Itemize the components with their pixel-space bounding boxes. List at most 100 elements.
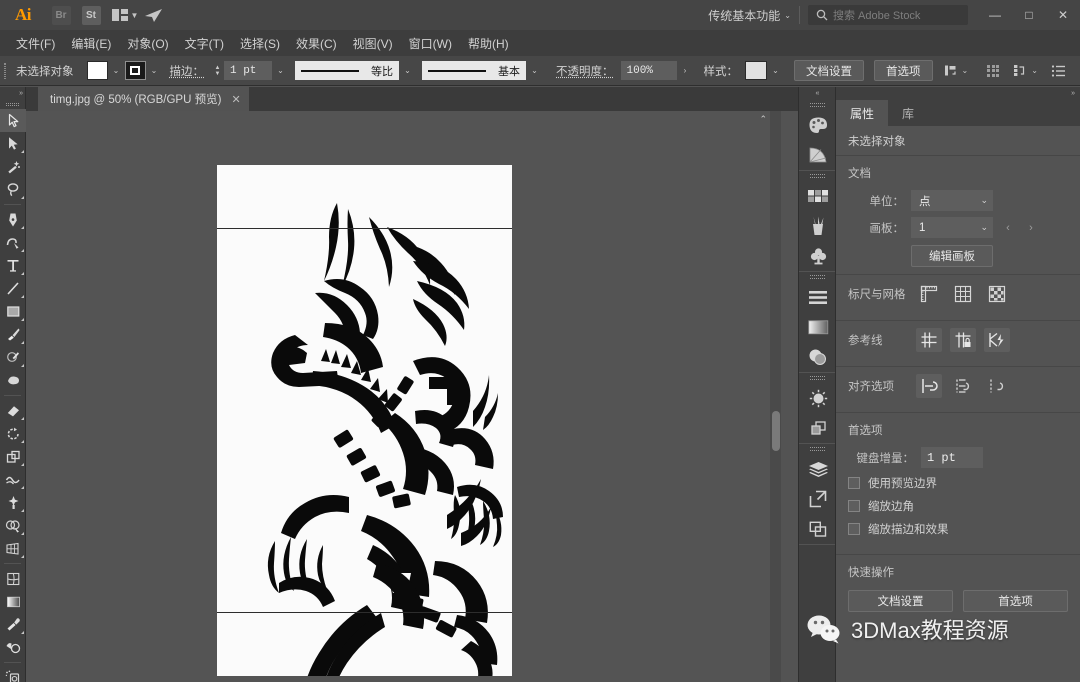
show-rulers-icon[interactable]	[916, 282, 942, 306]
align-panel-icon[interactable]	[799, 282, 837, 312]
use-preview-bounds-row[interactable]: 使用预览边界	[836, 471, 1080, 494]
variable-width-profile-select[interactable]: 等比	[295, 61, 399, 80]
pen-tool[interactable]	[0, 208, 26, 231]
color-panel-icon[interactable]	[799, 110, 837, 140]
opacity-label[interactable]: 不透明度：	[549, 63, 621, 79]
next-artboard-button[interactable]: ›	[1023, 222, 1039, 234]
menu-select[interactable]: 选择(S)	[232, 32, 288, 55]
snap-to-point-icon[interactable]	[916, 374, 942, 398]
fill-chevron-down-icon[interactable]: ⌄	[108, 61, 125, 80]
stroke-weight-field[interactable]: 1 pt	[224, 61, 272, 80]
brush-chevron-down-icon[interactable]: ⌄	[526, 61, 543, 80]
stroke-weight-stepper[interactable]: ▲ ▼	[211, 61, 224, 80]
canvas-vertical-scrollbar[interactable]	[770, 111, 781, 682]
perspective-grid-tool[interactable]	[0, 537, 26, 560]
eyedropper-tool[interactable]	[0, 613, 26, 636]
scale-strokes-effects-row[interactable]: 缩放描边和效果	[836, 517, 1080, 540]
properties-collapse-button[interactable]: »	[836, 87, 1080, 100]
show-transparency-grid-icon[interactable]	[984, 282, 1010, 306]
workspace-switcher[interactable]: 传统基本功能	[704, 7, 784, 24]
eraser-tool[interactable]	[0, 399, 26, 422]
maximize-button[interactable]: □	[1012, 0, 1046, 30]
control-preferences-button[interactable]: 首选项	[874, 60, 933, 81]
menu-view[interactable]: 视图(V)	[345, 32, 401, 55]
stock-search-box[interactable]: 搜索 Adobe Stock	[808, 5, 968, 25]
tab-libraries[interactable]: 库	[888, 100, 928, 126]
stroke-chevron-down-icon[interactable]: ⌄	[146, 61, 163, 80]
width-tool[interactable]	[0, 468, 26, 491]
opacity-field[interactable]: 100%	[620, 61, 677, 80]
color-guide-panel-icon[interactable]	[799, 140, 837, 170]
minimize-button[interactable]: —	[978, 0, 1012, 30]
control-document-setup-button[interactable]: 文档设置	[794, 60, 864, 81]
align-to-selector[interactable]: ⌄	[943, 63, 968, 78]
keyboard-increment-field[interactable]: 1 pt	[921, 447, 983, 468]
rotate-tool[interactable]	[0, 422, 26, 445]
arrange-documents-button[interactable]: ▼	[112, 9, 138, 21]
share-button[interactable]	[138, 0, 168, 30]
free-transform-tool[interactable]	[0, 491, 26, 514]
opacity-options-arrow-icon[interactable]: ›	[677, 61, 694, 80]
tab-properties[interactable]: 属性	[836, 100, 889, 126]
scale-tool[interactable]	[0, 445, 26, 468]
shaper-tool[interactable]	[0, 346, 26, 369]
stroke-weight-label[interactable]: 描边：	[163, 63, 212, 79]
canvas-collapse-icon[interactable]: ⌃	[759, 114, 767, 125]
dock-group-grip[interactable]	[799, 171, 835, 181]
dock-group-grip[interactable]	[799, 444, 835, 454]
symbols-panel-icon[interactable]	[799, 241, 837, 271]
curvature-tool[interactable]	[0, 231, 26, 254]
stroke-color-swatch[interactable]	[124, 61, 146, 80]
layers-panel-icon[interactable]	[799, 454, 837, 484]
canvas-area[interactable]: ⌃	[26, 111, 781, 682]
edit-artboards-button[interactable]: 编辑画板	[911, 245, 993, 267]
control-bar-grip[interactable]	[0, 56, 9, 86]
menu-effect[interactable]: 效果(C)	[288, 32, 345, 55]
appearance-panel-icon[interactable]	[799, 383, 837, 413]
tools-panel-expand-button[interactable]: »	[0, 87, 25, 100]
graphic-style-swatch[interactable]	[745, 61, 767, 80]
show-guides-icon[interactable]	[916, 328, 942, 352]
dock-group-grip[interactable]	[799, 100, 835, 110]
scale-corners-row[interactable]: 缩放边角	[836, 494, 1080, 517]
pathfinder-panel-icon[interactable]	[799, 413, 837, 443]
swatches-panel-icon[interactable]	[799, 181, 837, 211]
type-tool[interactable]	[0, 254, 26, 277]
stroke-weight-chevron-down-icon[interactable]: ⌄	[272, 61, 289, 80]
previous-artboard-button[interactable]: ‹	[1000, 222, 1016, 234]
scale-corners-checkbox[interactable]	[848, 499, 860, 512]
dock-collapse-button[interactable]: «	[799, 87, 835, 100]
close-button[interactable]: ✕	[1046, 0, 1080, 30]
menu-file[interactable]: 文件(F)	[8, 32, 63, 55]
menu-help[interactable]: 帮助(H)	[460, 32, 517, 55]
scale-strokes-effects-checkbox[interactable]	[848, 522, 860, 535]
workspace-chevron-icon[interactable]: ⌄	[784, 11, 791, 20]
quick-preferences-button[interactable]: 首选项	[963, 590, 1068, 612]
units-select[interactable]: 点 ⌄	[911, 190, 993, 211]
menu-object[interactable]: 对象(O)	[119, 32, 176, 55]
dock-group-grip[interactable]	[799, 373, 835, 383]
arrange-documents-menu[interactable]: ⌄	[1012, 63, 1038, 78]
menu-type[interactable]: 文字(T)	[177, 32, 232, 55]
lasso-tool[interactable]	[0, 178, 26, 201]
scrollbar-thumb[interactable]	[771, 411, 780, 451]
blend-tool[interactable]	[0, 636, 26, 659]
asset-export-panel-icon[interactable]	[799, 514, 837, 544]
menu-edit[interactable]: 编辑(E)	[63, 32, 119, 55]
smart-guides-icon[interactable]	[984, 328, 1010, 352]
brush-definition-select[interactable]: 基本	[422, 61, 526, 80]
menu-window[interactable]: 窗口(W)	[401, 32, 460, 55]
lock-guides-icon[interactable]	[950, 328, 976, 352]
direct-selection-tool[interactable]	[0, 132, 26, 155]
gradient-tool[interactable]	[0, 590, 26, 613]
quick-document-setup-button[interactable]: 文档设置	[848, 590, 953, 612]
tools-panel-grip[interactable]	[0, 100, 25, 109]
snap-to-grid-icon[interactable]	[950, 374, 976, 398]
use-preview-bounds-checkbox[interactable]	[848, 476, 860, 489]
style-chevron-down-icon[interactable]: ⌄	[767, 61, 784, 80]
width-profile-chevron-down-icon[interactable]: ⌄	[399, 61, 416, 80]
show-grid-icon[interactable]	[950, 282, 976, 306]
blob-brush-tool[interactable]	[0, 369, 26, 392]
artwork-image[interactable]	[217, 165, 512, 676]
mesh-tool[interactable]	[0, 567, 26, 590]
